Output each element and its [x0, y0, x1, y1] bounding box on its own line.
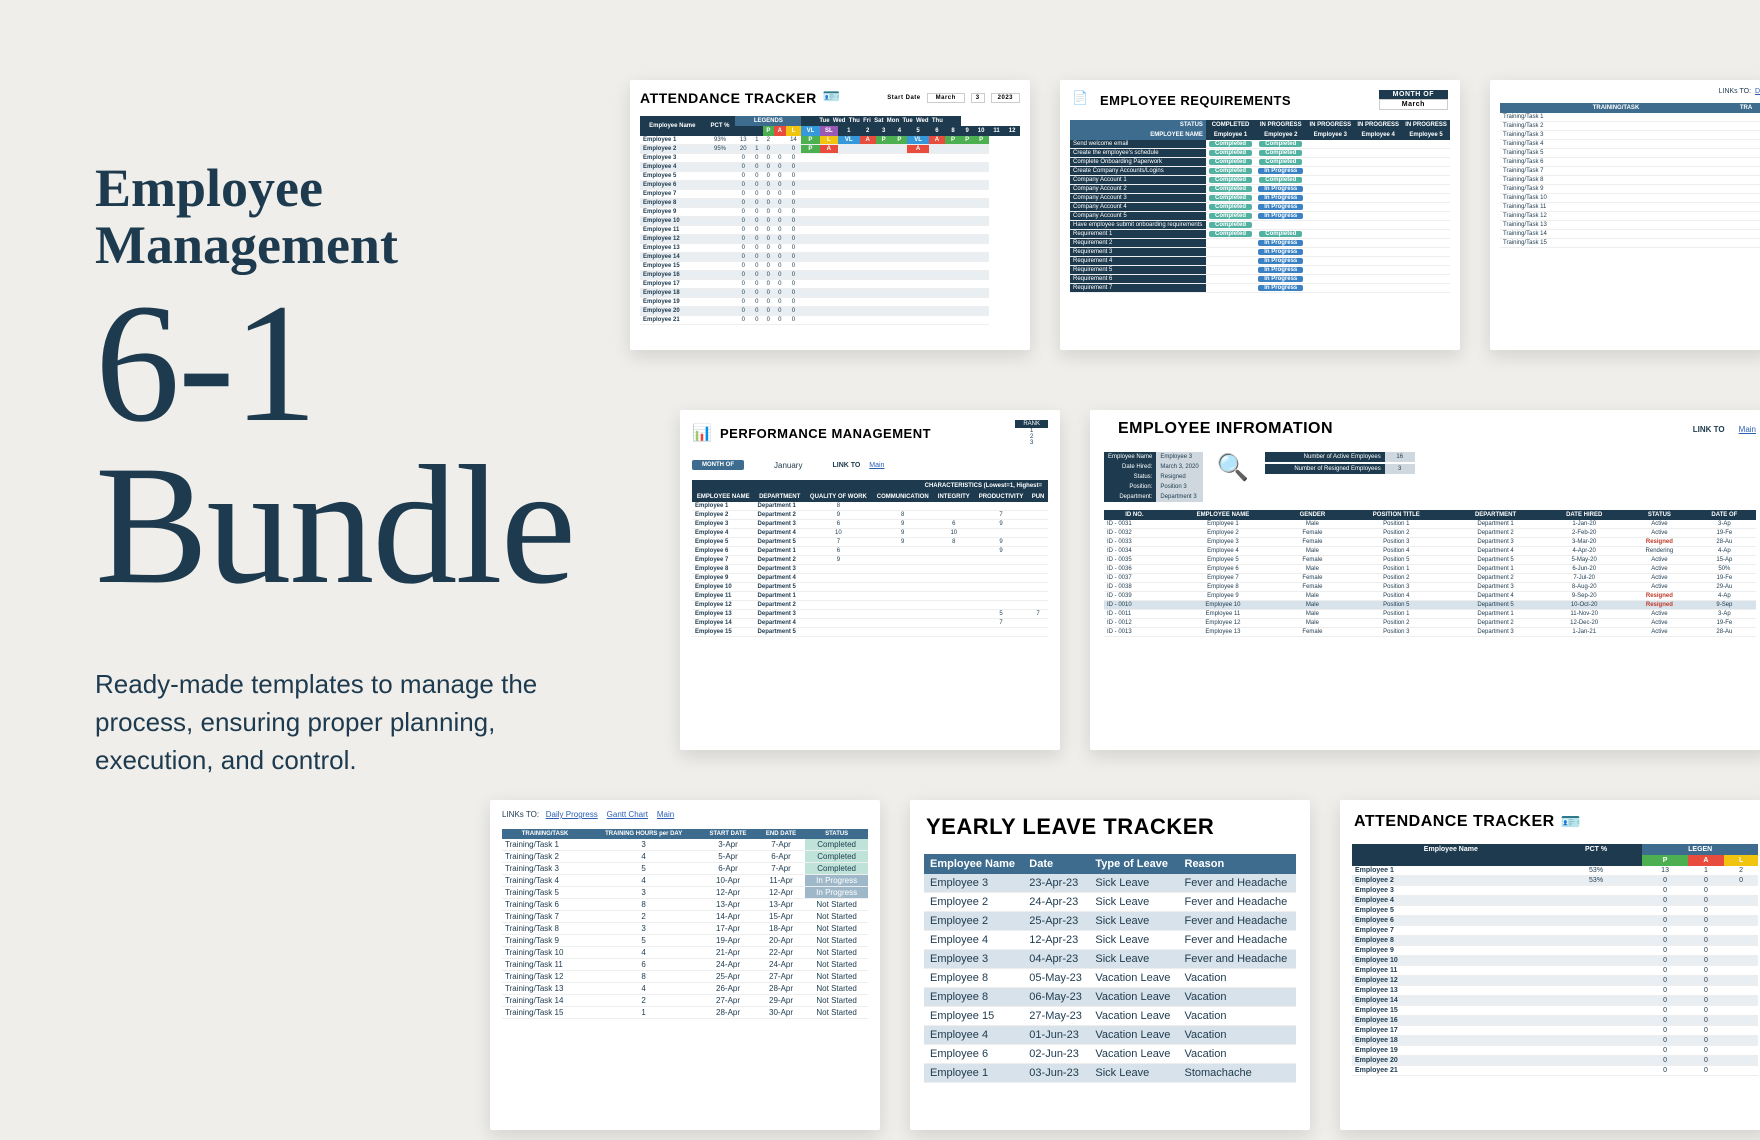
leave-table: Employee NameDateType of LeaveReason Emp… [924, 854, 1296, 1083]
requirements-table: STATUS COMPLETEDIN PROGRESS IN PROGRESSI… [1070, 120, 1450, 293]
magnifier-user-icon: 🔍 [1217, 452, 1251, 486]
id-card-icon: 🪪 [1561, 812, 1581, 832]
empinfo-table: ID NO.EMPLOYEE NAMEGENDERPOSITION TITLED… [1104, 510, 1756, 637]
attendance-table: Employee Name PCT % LEGENDS Tue Wed Thu … [640, 116, 1020, 325]
card-attendance-tracker: ATTENDANCE TRACKER 🪪 Start Date March 3 … [630, 80, 1030, 350]
performance-title: PERFORMANCE MANAGEMENT [720, 426, 931, 441]
active-count-label: Number of Active Employees [1265, 452, 1385, 462]
card-attendance-2: ATTENDANCE TRACKER 🪪 Employee Name PCT %… [1340, 800, 1760, 1130]
empinfo-title: EMPLOYEE INFROMATION [1104, 410, 1347, 448]
id-card-icon: 🪪 [823, 88, 843, 108]
link-gantt[interactable]: Gantt Chart [607, 810, 648, 819]
hero-subtitle: EmployeeManagement [95, 160, 615, 273]
card-performance: 📊 PERFORMANCE MANAGEMENT RANK 123 MONTH … [680, 410, 1060, 750]
requirements-title: 📄 EMPLOYEE REQUIREMENTS MONTH OF March [1060, 80, 1460, 120]
link[interactable]: D [1755, 88, 1760, 95]
link-main[interactable]: Main [869, 462, 884, 469]
link-daily-progress[interactable]: Daily Progress [546, 810, 598, 819]
employee-detail-box: Employee NameEmployee 3Date Hired:March … [1104, 452, 1203, 502]
leave-title: YEARLY LEAVE TRACKER [910, 800, 1310, 854]
attendance-title: ATTENDANCE TRACKER 🪪 Start Date March 3 … [630, 80, 1030, 116]
link-main[interactable]: Main [1739, 425, 1756, 434]
hero-description: Ready-made templates to manage the proce… [95, 666, 575, 779]
gauge-icon: 📊 [692, 423, 712, 443]
card-leave-tracker: YEARLY LEAVE TRACKER Employee NameDateTy… [910, 800, 1310, 1130]
hero-title: 6-1Bundle [95, 283, 615, 606]
attendance2-title: ATTENDANCE TRACKER 🪪 [1340, 800, 1760, 844]
card-employee-requirements: 📄 EMPLOYEE REQUIREMENTS MONTH OF March S… [1060, 80, 1460, 350]
link-main[interactable]: Main [657, 810, 674, 819]
card-employee-info: EMPLOYEE INFROMATION LINK TO Main Employ… [1090, 410, 1760, 750]
resigned-count-label: Number of Resigned Employees [1265, 464, 1385, 474]
document-icon: 📄 [1072, 90, 1092, 110]
hero: EmployeeManagement 6-1Bundle Ready-made … [95, 160, 615, 779]
card-training-small: LINKs TO: D TRAINING/TASKTRA Training/Ta… [1490, 80, 1760, 350]
card-training-full: LINKs TO: Daily Progress Gantt Chart Mai… [490, 800, 880, 1130]
